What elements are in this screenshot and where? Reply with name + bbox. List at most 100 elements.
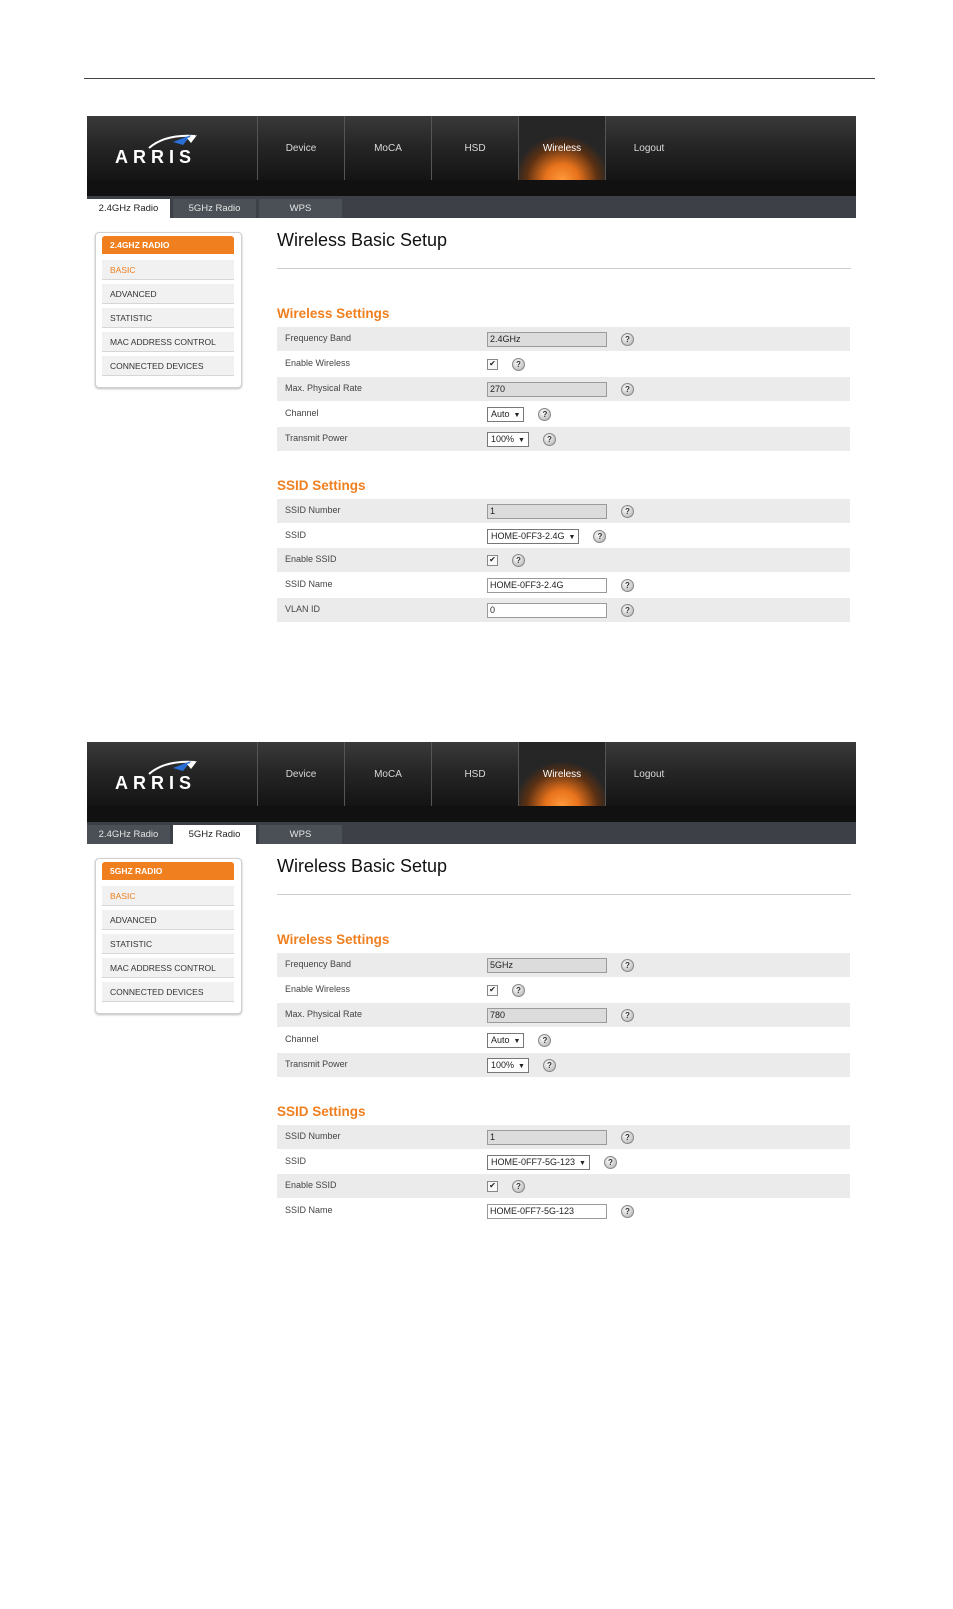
nav-hsd[interactable]: HSD [431, 116, 518, 180]
nav-device[interactable]: Device [257, 116, 344, 180]
transmit-power-value: 100% [491, 1059, 515, 1070]
tab-wps[interactable]: WPS [259, 825, 342, 844]
chevron-down-icon: ▼ [513, 411, 521, 419]
tab-2-4ghz-radio[interactable]: 2.4GHz Radio [87, 199, 170, 218]
sidebar: 5GHZ RADIO BASIC ADVANCED STATISTIC MAC … [95, 858, 242, 1014]
title-divider [277, 268, 851, 269]
sidebar-item-connected-devices[interactable]: CONNECTED DEVICES [102, 982, 234, 1002]
chevron-down-icon: ▼ [579, 1159, 586, 1167]
enable-wireless-checkbox[interactable]: ✔ [487, 358, 498, 370]
enable-wireless-checkbox[interactable]: ✔ [487, 984, 498, 996]
screenshot-5ghz: ARRIS Device MoCA HSD Wireless Logout 2.… [87, 742, 856, 1232]
sidebar-item-connected-devices[interactable]: CONNECTED DEVICES [102, 356, 234, 376]
ssid-name-input[interactable]: HOME-0FF3-2.4G [487, 577, 607, 593]
page-title: Wireless Basic Setup [277, 230, 448, 250]
screenshot-2-4ghz: ARRIS Device MoCA HSD Wireless Logout 2.… [87, 116, 856, 628]
help-icon[interactable]: ? [621, 958, 634, 972]
main-nav: Device MoCA HSD Wireless Logout [257, 742, 692, 806]
nav-logout[interactable]: Logout [605, 116, 692, 180]
help-icon[interactable]: ? [512, 1179, 525, 1193]
row-channel: Channel Auto ▼? [277, 1028, 850, 1052]
help-icon[interactable]: ? [512, 983, 525, 997]
tab-wps[interactable]: WPS [259, 199, 342, 218]
transmit-power-select[interactable]: 100% ▼ [487, 1057, 529, 1073]
arris-logo: ARRIS [87, 742, 257, 806]
enable-ssid-label: Enable SSID [285, 554, 337, 564]
help-icon[interactable]: ? [542, 432, 556, 446]
enable-ssid-label: Enable SSID [285, 1180, 337, 1190]
help-icon[interactable]: ? [512, 553, 525, 567]
ssid-name-input[interactable]: HOME-0FF7-5G-123 [487, 1203, 607, 1219]
help-icon[interactable]: ? [542, 1058, 556, 1072]
sidebar-item-statistic[interactable]: STATISTIC [102, 308, 234, 328]
sidebar-header: 2.4GHZ RADIO [102, 236, 234, 254]
tab-5ghz-radio[interactable]: 5GHz Radio [173, 199, 256, 218]
nav-moca[interactable]: MoCA [344, 116, 431, 180]
wireless-settings-heading: Wireless Settings [277, 306, 390, 321]
nav-moca[interactable]: MoCA [344, 742, 431, 806]
row-frequency-band: Frequency Band 5GHz? [277, 953, 850, 977]
main-nav: Device MoCA HSD Wireless Logout [257, 116, 692, 180]
ssid-name-label: SSID Name [285, 1205, 333, 1215]
help-icon[interactable]: ? [603, 1155, 617, 1169]
transmit-power-select[interactable]: 100% ▼ [487, 431, 529, 447]
radio-tab-bar: 2.4GHz Radio 5GHz Radio WPS [87, 822, 856, 844]
nav-wireless[interactable]: Wireless [518, 116, 605, 180]
sidebar-item-basic[interactable]: BASIC [102, 260, 234, 280]
ssid-number-label: SSID Number [285, 505, 341, 515]
ssid-settings-heading: SSID Settings [277, 1104, 366, 1119]
frequency-band-field: 2.4GHz [487, 331, 607, 347]
help-icon[interactable]: ? [621, 1008, 634, 1022]
ssid-select[interactable]: HOME-0FF3-2.4G ▼ [487, 528, 580, 544]
vlan-id-input[interactable]: 0 [487, 602, 607, 618]
help-icon[interactable]: ? [621, 382, 634, 396]
tab-2-4ghz-radio[interactable]: 2.4GHz Radio [87, 825, 170, 844]
nav-device[interactable]: Device [257, 742, 344, 806]
sidebar-item-mac-address-control[interactable]: MAC ADDRESS CONTROL [102, 958, 234, 978]
nav-logout[interactable]: Logout [605, 742, 692, 806]
channel-label: Channel [285, 408, 319, 418]
ssid-label: SSID [285, 530, 307, 540]
transmit-power-label: Transmit Power [285, 1059, 348, 1069]
sidebar-item-advanced[interactable]: ADVANCED [102, 284, 234, 304]
sidebar-item-statistic[interactable]: STATISTIC [102, 934, 234, 954]
chevron-down-icon: ▼ [518, 1062, 525, 1070]
sidebar-item-advanced[interactable]: ADVANCED [102, 910, 234, 930]
row-enable-ssid: Enable SSID ✔? [277, 548, 850, 572]
ssid-name-label: SSID Name [285, 579, 333, 589]
channel-select[interactable]: Auto ▼ [487, 406, 525, 422]
ssid-select[interactable]: HOME-0FF7-5G-123 ▼ [487, 1154, 590, 1170]
help-icon[interactable]: ? [538, 407, 552, 421]
enable-ssid-checkbox[interactable]: ✔ [487, 1180, 498, 1192]
sidebar-item-basic[interactable]: BASIC [102, 886, 234, 906]
radio-tab-bar: 2.4GHz Radio 5GHz Radio WPS [87, 196, 856, 218]
channel-select[interactable]: Auto ▼ [487, 1032, 525, 1048]
frequency-band-label: Frequency Band [285, 333, 352, 343]
sidebar-header: 5GHZ RADIO [102, 862, 234, 880]
help-icon[interactable]: ? [621, 1130, 634, 1144]
page-title: Wireless Basic Setup [277, 856, 448, 876]
chevron-down-icon: ▼ [513, 1037, 521, 1045]
help-icon[interactable]: ? [593, 529, 607, 543]
nav-hsd[interactable]: HSD [431, 742, 518, 806]
sidebar-item-mac-address-control[interactable]: MAC ADDRESS CONTROL [102, 332, 234, 352]
help-icon[interactable]: ? [621, 578, 634, 592]
help-icon[interactable]: ? [621, 504, 634, 518]
ssid-value: HOME-0FF7-5G-123 [491, 1156, 576, 1167]
help-icon[interactable]: ? [621, 332, 634, 346]
max-physical-rate-field: 270 [487, 381, 607, 397]
enable-ssid-checkbox[interactable]: ✔ [487, 554, 498, 566]
nav-strip [87, 806, 856, 822]
nav-strip [87, 180, 856, 196]
arris-logo: ARRIS [87, 116, 257, 180]
tab-5ghz-radio[interactable]: 5GHz Radio [173, 825, 256, 844]
row-ssid: SSID HOME-0FF3-2.4G ▼? [277, 524, 850, 548]
help-icon[interactable]: ? [621, 603, 634, 617]
help-icon[interactable]: ? [538, 1033, 552, 1047]
help-icon[interactable]: ? [512, 357, 525, 371]
top-nav-bar: ARRIS Device MoCA HSD Wireless Logout [87, 742, 856, 806]
nav-wireless[interactable]: Wireless [518, 742, 605, 806]
help-icon[interactable]: ? [621, 1204, 634, 1218]
row-ssid-number: SSID Number 1? [277, 499, 850, 523]
row-transmit-power: Transmit Power 100% ▼? [277, 1053, 850, 1077]
